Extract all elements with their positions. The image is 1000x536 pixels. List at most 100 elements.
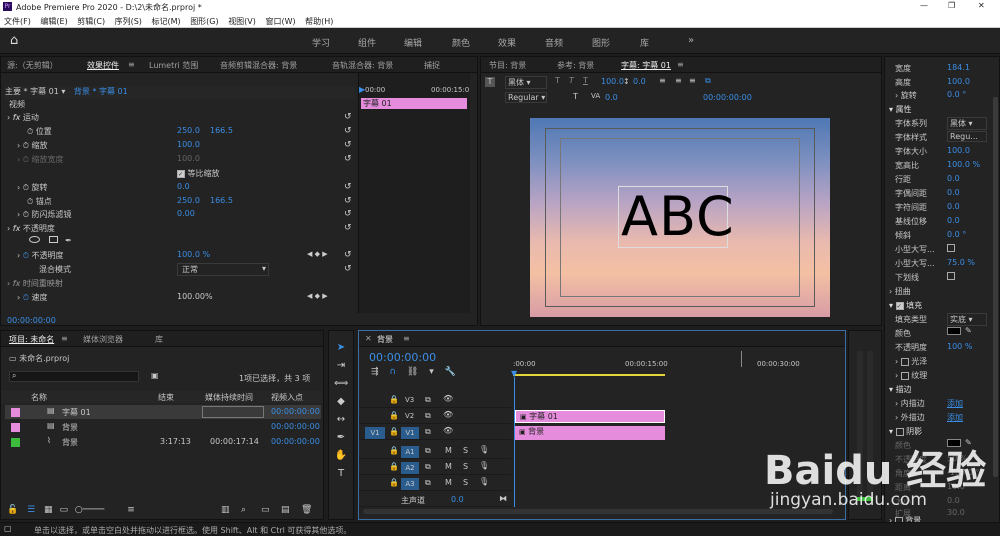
workspace-libraries[interactable]: 库	[640, 36, 649, 49]
close-button[interactable]: ✕	[978, 1, 985, 10]
menu-clip[interactable]: 剪辑(C)	[77, 17, 105, 26]
menu-view[interactable]: 视图(V)	[228, 17, 256, 26]
reset-icon[interactable]: ↺	[344, 264, 352, 274]
new-item-icon[interactable]: ▤	[281, 505, 290, 515]
inner-stroke-add[interactable]: 添加	[947, 398, 963, 409]
table-row[interactable]: ▤ 字幕 01 00:00:00:00	[5, 405, 321, 419]
tab-capture[interactable]: 捕捉	[424, 60, 440, 71]
prop-smallcaps-size-value[interactable]: 75.0 %	[947, 258, 975, 267]
prop-filltype-select[interactable]: 实底 ▾	[947, 313, 987, 326]
text-tool-icon[interactable]: T	[485, 77, 495, 87]
timeline-scrollbar[interactable]	[363, 509, 833, 514]
ripple-edit-tool-icon[interactable]: ⟺	[334, 377, 348, 391]
freeform-view-icon[interactable]: ▭	[59, 505, 68, 515]
snap-icon[interactable]: ∩	[389, 367, 396, 377]
list-view-icon[interactable]: ☰	[27, 505, 35, 515]
workspace-learn[interactable]: 学习	[312, 36, 330, 49]
source-patch-v1[interactable]: V1	[365, 427, 385, 439]
project-search-input[interactable]: ⌕	[9, 371, 139, 382]
workspace-graphics[interactable]: 图形	[592, 36, 610, 49]
tab-title[interactable]: 字幕: 字幕 01	[621, 60, 671, 71]
clip-selector[interactable]: 主要 * 字幕 01 ▾ 背景 * 字幕 01	[5, 86, 355, 99]
reset-icon[interactable]: ↺	[344, 140, 352, 150]
menu-window[interactable]: 窗口(W)	[265, 17, 295, 26]
prop-fstyle-select[interactable]: Regu...	[947, 131, 987, 142]
roll-crawl-icon[interactable]: ⧉	[705, 76, 711, 86]
tab-reference[interactable]: 参考: 背景	[557, 60, 594, 71]
tab-libraries[interactable]: 库	[155, 334, 163, 345]
prop-fsize-value[interactable]: 100.0	[947, 146, 970, 155]
home-icon[interactable]: ⌂	[10, 33, 18, 48]
attributes-section[interactable]: ▾ 属性	[889, 104, 912, 115]
maximize-button[interactable]: ❐	[948, 1, 955, 10]
menu-sequence[interactable]: 序列(S)	[115, 17, 142, 26]
workspace-assembly[interactable]: 组件	[358, 36, 376, 49]
kerning-value[interactable]: 0.0	[605, 93, 618, 102]
align-left-icon[interactable]: ≡	[659, 76, 666, 85]
prop-width-value[interactable]: 184.1	[947, 63, 970, 72]
opacity-value[interactable]: 100.0 %	[177, 250, 210, 263]
settings-icon[interactable]: 🔧	[445, 367, 456, 377]
minimize-button[interactable]: —	[920, 1, 928, 10]
workspace-color[interactable]: 颜色	[452, 36, 470, 49]
position-y-value[interactable]: 166.5	[210, 126, 233, 139]
tab-project[interactable]: 项目: 未命名	[9, 334, 54, 345]
texture-row[interactable]: › 纹理	[895, 370, 927, 381]
track-select-tool-icon[interactable]: ⇥	[334, 359, 348, 373]
prop-leading-value[interactable]: 0.0	[947, 174, 960, 183]
panel-menu-icon[interactable]: ≡	[61, 334, 68, 343]
gloss-row[interactable]: › 光泽	[895, 356, 927, 367]
prop-opacity-value[interactable]: 100 %	[947, 342, 972, 351]
tab-lumetri[interactable]: Lumetri 范围	[149, 60, 198, 71]
title-text-box[interactable]: ABC	[618, 185, 734, 248]
bold-icon[interactable]: T	[555, 76, 560, 85]
keyframe-nav[interactable]: ◀ ◆ ▶	[307, 292, 328, 300]
menu-help[interactable]: 帮助(H)	[305, 17, 333, 26]
anchor-y-value[interactable]: 166.5	[210, 196, 233, 209]
new-bin-icon[interactable]: ▭	[261, 505, 270, 515]
prop-tracking-value[interactable]: 0.0	[947, 188, 960, 197]
trash-icon[interactable]: 🗑	[301, 505, 312, 515]
linked-selection-icon[interactable]: ⛓	[407, 367, 418, 377]
distort-section[interactable]: › 扭曲	[889, 286, 911, 297]
rectangle-mask-icon[interactable]	[48, 236, 58, 243]
reset-icon[interactable]: ↺	[344, 209, 352, 219]
timeline-timecode[interactable]: 00:00:00:00	[369, 351, 436, 364]
align-center-icon[interactable]: ≡	[675, 76, 682, 85]
col-in[interactable]: 视频入点	[271, 392, 303, 403]
reset-icon[interactable]: ↺	[344, 126, 352, 136]
keyframe-nav[interactable]: ◀ ◆ ▶	[307, 250, 328, 258]
tab-sequence[interactable]: 背景	[377, 334, 393, 345]
tab-track-mixer[interactable]: 音轨混合器: 背景	[332, 60, 393, 71]
reset-icon[interactable]: ↺	[344, 154, 352, 164]
tab-source[interactable]: 源:（无剪辑）	[7, 60, 58, 71]
workspace-editing[interactable]: 编辑	[404, 36, 422, 49]
leading-value[interactable]: 0.0	[633, 77, 646, 86]
tab-program[interactable]: 节目: 背景	[489, 60, 526, 71]
background-clip[interactable]: ▣ 背景	[515, 426, 665, 440]
font-style-select[interactable]: Regular ▾	[505, 92, 547, 103]
properties-scrollbar[interactable]	[993, 97, 998, 477]
title-clip[interactable]: ▣ 字幕 01	[515, 410, 665, 423]
font-family-select[interactable]: 黑体 ▾	[505, 76, 547, 89]
track-target-v1[interactable]: V1	[401, 427, 419, 439]
anchor-x-value[interactable]: 250.0	[177, 196, 200, 209]
more-workspaces-icon[interactable]: »	[688, 35, 694, 46]
blend-mode-select[interactable]: 正常 ▾	[177, 263, 269, 276]
antiflicker-value[interactable]: 0.00	[177, 209, 195, 222]
fx-timeremap-row[interactable]: › fx 时间重映射	[7, 278, 63, 291]
outer-stroke-add[interactable]: 添加	[947, 412, 963, 423]
col-name[interactable]: 名称	[31, 392, 47, 403]
tab-audio-clip-mixer[interactable]: 音频剪辑混合器: 背景	[220, 60, 297, 71]
reset-icon[interactable]: ↺	[344, 223, 352, 233]
italic-icon[interactable]: T	[569, 76, 574, 85]
track-target-a1[interactable]: A1	[401, 446, 419, 458]
new-bin-from-search-icon[interactable]: ▣	[151, 371, 159, 380]
stroke-section[interactable]: ▾ 描边	[889, 384, 912, 395]
fill-section[interactable]: ▾ ✓ 填充	[889, 300, 922, 311]
font-size-value[interactable]: 100.0	[601, 77, 624, 86]
add-marker-icon[interactable]: ▾	[429, 367, 434, 377]
prop-height-value[interactable]: 100.0	[947, 77, 970, 86]
fx-motion-row[interactable]: › fx 运动	[7, 112, 39, 125]
eyedropper-icon[interactable]: ✎	[965, 326, 972, 335]
